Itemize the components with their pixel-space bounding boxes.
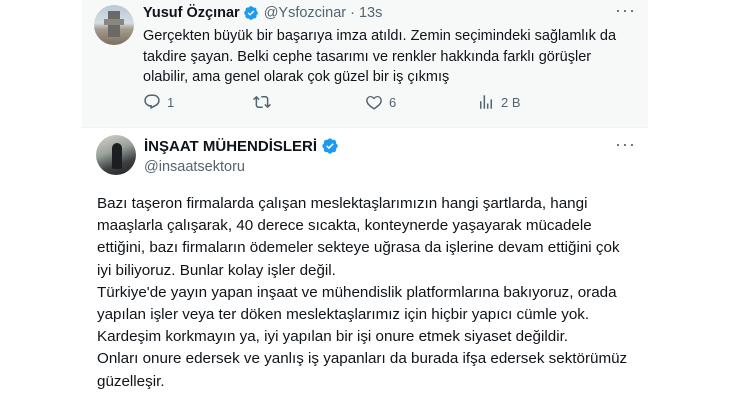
author-handle[interactable]: @insaatsektoru xyxy=(144,159,339,175)
tweet-text: Bazı taşeron firmalarda çalışan meslekta… xyxy=(97,193,637,393)
reply-button[interactable]: 1 xyxy=(143,93,253,111)
reply-tweet[interactable]: Yusuf Özçınar @Ysfozcinar · 13s ··· Gerç… xyxy=(82,0,648,128)
author-name[interactable]: İNŞAAT MÜHENDİSLERİ xyxy=(144,138,317,155)
tweet-paragraph: Türkiye'de yayın yapan inşaat ve mühendi… xyxy=(97,283,617,346)
avatar[interactable] xyxy=(96,135,136,175)
views-chart-icon xyxy=(480,95,492,109)
verified-badge-icon xyxy=(243,6,258,20)
views-button[interactable]: 2 B xyxy=(477,93,587,111)
tweet-time[interactable]: 13s xyxy=(359,5,382,21)
verified-badge-icon xyxy=(322,138,338,154)
reply-icon xyxy=(144,94,160,110)
tweet-paragraph: Onları onure edersek ve yanlış iş yapanl… xyxy=(97,350,628,390)
retweet-button[interactable] xyxy=(253,93,365,111)
author-name-row: İNŞAAT MÜHENDİSLERİ xyxy=(144,137,339,155)
like-button[interactable]: 6 xyxy=(365,93,477,111)
author-handle[interactable]: @Ysfozcinar xyxy=(264,5,346,21)
reply-text: Gerçekten büyük bir başarıya imza atıldı… xyxy=(143,28,617,85)
like-count: 6 xyxy=(389,94,397,110)
more-dots-icon[interactable]: ··· xyxy=(615,135,636,153)
separator-dot: · xyxy=(350,5,355,21)
reply-count: 1 xyxy=(167,94,175,110)
tweet-paragraph: Bazı taşeron firmalarda çalışan meslekta… xyxy=(97,195,620,279)
heart-icon xyxy=(366,95,382,110)
more-dots-icon[interactable]: ··· xyxy=(615,1,636,19)
author-name[interactable]: Yusuf Özçınar xyxy=(143,5,240,21)
reply-header: Yusuf Özçınar @Ysfozcinar · 13s xyxy=(143,4,382,22)
views-count: 2 B xyxy=(501,94,521,110)
timeline-frame: Yusuf Özçınar @Ysfozcinar · 13s ··· Gerç… xyxy=(82,0,648,420)
retweet-icon xyxy=(253,95,271,109)
avatar[interactable] xyxy=(94,5,134,45)
reply-action-bar: 1 6 2 B xyxy=(143,92,613,112)
main-tweet-header: İNŞAAT MÜHENDİSLERİ @insaatsektoru xyxy=(144,137,339,175)
